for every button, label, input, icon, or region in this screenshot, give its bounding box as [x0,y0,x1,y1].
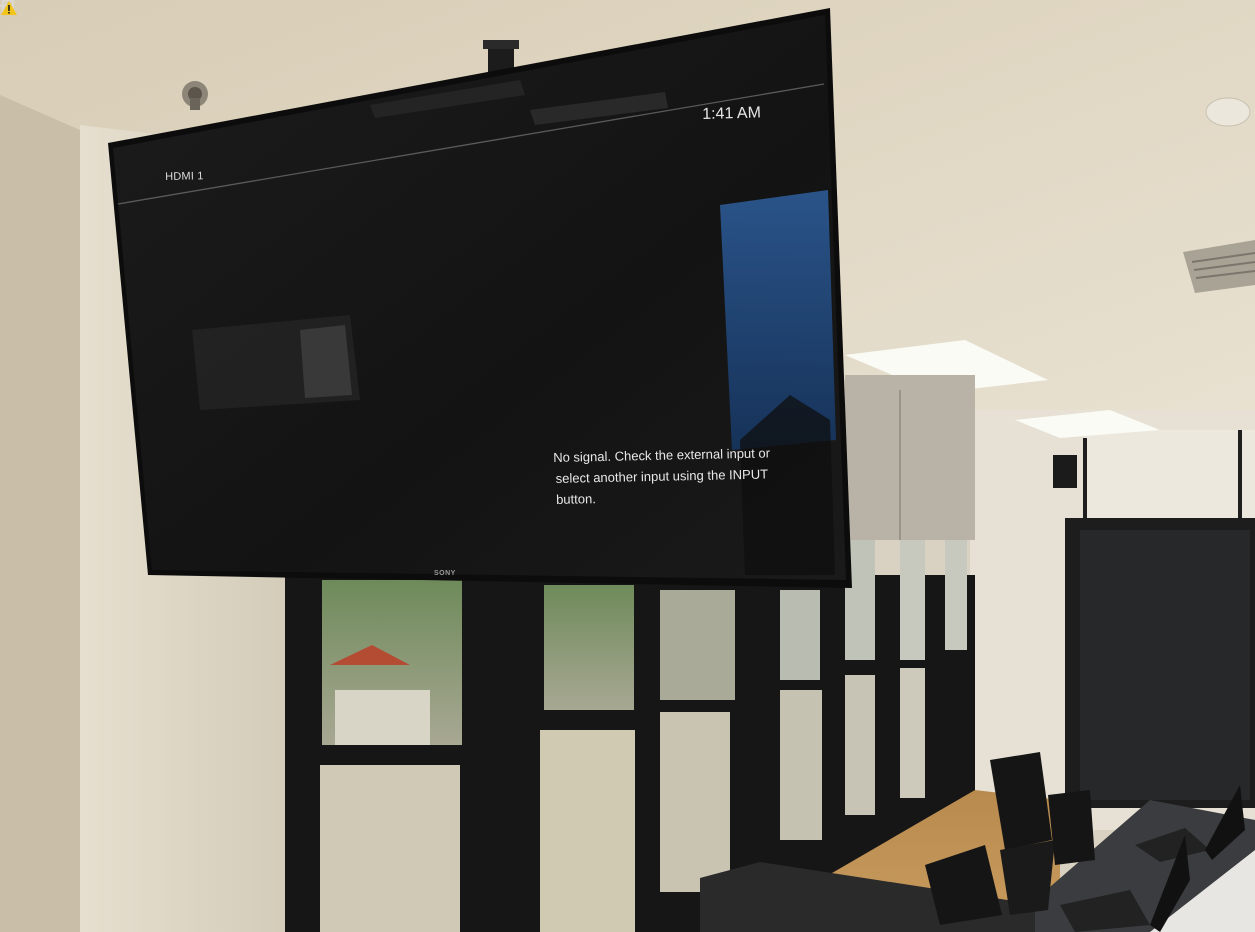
window-pane [320,765,460,932]
right-wall-upper [1085,430,1255,520]
speaker [1053,455,1077,488]
left-wall [0,95,80,932]
window-pane [544,585,634,710]
blind [845,375,975,540]
window-pane [660,712,730,892]
window-pane [540,730,635,932]
tv-input-label: HDMI 1 [165,170,204,183]
window-pane [660,590,735,700]
warning-triangle-icon [1,1,17,15]
smoke-detector [1205,97,1251,127]
window-pane [780,590,820,680]
window-pane [900,540,925,660]
tv-clock: 1:41 AM [702,104,762,123]
no-signal-message: No signal. Check the external input or s… [553,442,784,510]
window-pane [845,675,875,815]
photo-scene: HDMI 1 1:41 AM No signal. Check the exte… [0,0,1255,932]
window-pane [900,668,925,798]
chair [1048,790,1095,865]
window-pane [945,540,967,650]
tv-brand-logo: SONY [434,570,456,577]
window-pane [780,690,822,840]
outside-unit [335,690,430,745]
